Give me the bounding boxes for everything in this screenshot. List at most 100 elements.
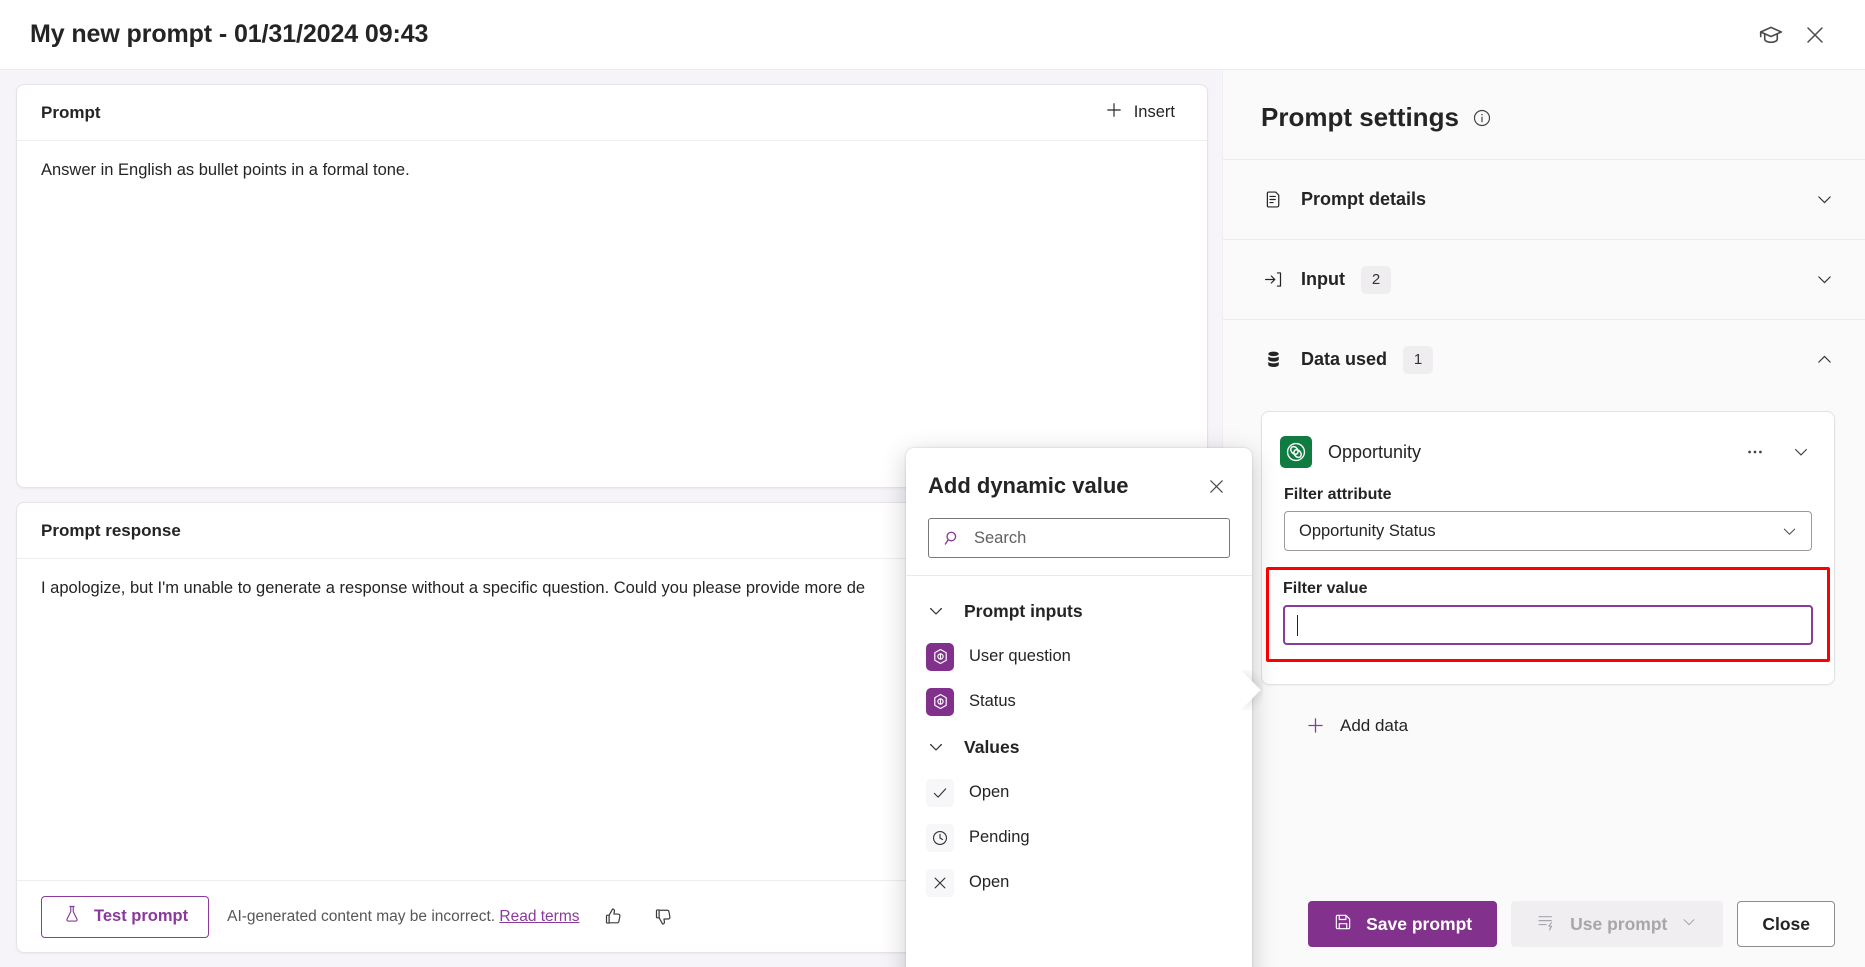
editor-body: Prompt Insert Answer in English as bulle… xyxy=(0,70,1865,967)
search-icon xyxy=(943,529,962,548)
list-item-label: User question xyxy=(969,647,1071,665)
info-icon[interactable] xyxy=(1472,108,1492,128)
list-item[interactable]: Open xyxy=(906,860,1252,905)
use-prompt-button: Use prompt xyxy=(1511,901,1724,947)
data-used-content: Opportunity Filter attribute Opportunity… xyxy=(1223,399,1865,744)
prompt-card-header: Prompt Insert xyxy=(17,85,1207,141)
filter-value-input[interactable] xyxy=(1283,605,1813,645)
dismiss-icon xyxy=(926,868,954,897)
list-item[interactable]: Pending xyxy=(906,815,1252,860)
popup-header: Add dynamic value xyxy=(906,448,1252,502)
settings-header: Prompt settings xyxy=(1223,70,1865,159)
close-icon[interactable] xyxy=(1793,13,1837,57)
search-input[interactable] xyxy=(974,528,1215,548)
prompt-text[interactable]: Answer in English as bullet points in a … xyxy=(17,141,1207,487)
window-title-bar: My new prompt - 01/31/2024 09:43 xyxy=(0,0,1865,70)
more-horizontal-icon[interactable] xyxy=(1740,437,1770,467)
use-prompt-label: Use prompt xyxy=(1570,913,1668,934)
checkmark-icon xyxy=(926,778,954,807)
data-source-card: Opportunity Filter attribute Opportunity… xyxy=(1261,411,1835,685)
ai-disclaimer-text: AI-generated content may be incorrect. xyxy=(227,907,496,925)
input-arrow-icon xyxy=(1261,269,1285,290)
data-used-count-badge: 1 xyxy=(1403,345,1434,374)
use-prompt-icon xyxy=(1536,911,1557,937)
list-item[interactable]: Status xyxy=(906,679,1252,724)
filter-value-label: Filter value xyxy=(1283,580,1368,597)
prompt-input-icon xyxy=(926,642,954,671)
clock-icon xyxy=(926,823,954,852)
section-label: Input xyxy=(1301,269,1345,289)
filter-attribute-label: Filter attribute xyxy=(1284,486,1392,503)
data-source-name: Opportunity xyxy=(1328,441,1422,462)
save-prompt-button[interactable]: Save prompt xyxy=(1308,901,1498,947)
section-label: Prompt details xyxy=(1301,189,1427,209)
test-prompt-label: Test prompt xyxy=(94,907,189,925)
search-box[interactable] xyxy=(928,518,1230,558)
dataverse-icon xyxy=(1280,436,1312,468)
plus-icon xyxy=(1104,100,1124,125)
filter-value-highlight-box: Filter value xyxy=(1266,567,1830,662)
list-item-label: Pending xyxy=(969,828,1030,846)
close-icon[interactable] xyxy=(1200,470,1232,502)
chevron-down-icon xyxy=(1814,269,1835,290)
add-data-label: Add data xyxy=(1340,715,1409,735)
data-source-collapse-chevron-down-icon[interactable] xyxy=(1786,437,1816,467)
settings-title: Prompt settings xyxy=(1261,102,1459,132)
save-icon xyxy=(1333,912,1353,937)
dynamic-value-list: Prompt inputs User question Status Value… xyxy=(906,576,1252,967)
insert-button-label: Insert xyxy=(1133,103,1175,121)
chevron-down-icon xyxy=(1780,522,1799,541)
chevron-up-icon xyxy=(1814,349,1835,370)
chevron-down-icon xyxy=(926,601,946,621)
popup-callout-arrow xyxy=(1241,670,1263,710)
group-label: Prompt inputs xyxy=(964,600,1083,621)
settings-scroll-area: Prompt settings Prompt details Input 2 D… xyxy=(1223,70,1865,881)
list-item[interactable]: Open xyxy=(906,770,1252,815)
filter-attribute-select[interactable]: Opportunity Status xyxy=(1284,511,1812,551)
ai-disclaimer: AI-generated content may be incorrect. R… xyxy=(227,908,579,926)
section-data-used[interactable]: Data used 1 xyxy=(1223,319,1865,399)
insert-button[interactable]: Insert xyxy=(1094,94,1185,131)
prompt-editor-window: My new prompt - 01/31/2024 09:43 Prompt xyxy=(0,0,1865,967)
list-item-label: Open xyxy=(969,783,1010,801)
chevron-down-icon xyxy=(1814,189,1835,210)
filter-attribute-value: Opportunity Status xyxy=(1299,521,1436,540)
document-icon xyxy=(1261,189,1285,210)
input-count-badge: 2 xyxy=(1360,265,1391,294)
settings-footer-actions: Save prompt Use prompt Close xyxy=(1223,881,1865,967)
chevron-down-icon xyxy=(1680,913,1698,936)
thumbs-down-icon[interactable] xyxy=(648,901,680,933)
database-icon xyxy=(1261,349,1285,370)
close-button-label: Close xyxy=(1762,913,1810,934)
section-label: Data used xyxy=(1301,349,1388,369)
prompt-input-icon xyxy=(926,687,954,716)
test-prompt-button[interactable]: Test prompt xyxy=(41,895,210,938)
prompt-settings-pane: Prompt settings Prompt details Input 2 D… xyxy=(1222,70,1865,967)
popup-title: Add dynamic value xyxy=(928,473,1129,498)
add-data-button[interactable]: Add data xyxy=(1295,707,1418,744)
group-values[interactable]: Values xyxy=(906,724,1252,770)
list-item-label: Status xyxy=(969,692,1016,710)
save-prompt-label: Save prompt xyxy=(1366,913,1473,934)
plus-icon xyxy=(1305,715,1326,736)
data-source-header: Opportunity xyxy=(1280,426,1816,478)
popup-search-area xyxy=(906,502,1252,576)
read-terms-link[interactable]: Read terms xyxy=(499,908,579,925)
prompt-card-title: Prompt xyxy=(41,102,101,122)
graduation-cap-icon[interactable] xyxy=(1749,13,1793,57)
flask-icon xyxy=(62,904,82,929)
text-caret xyxy=(1297,614,1298,636)
close-button[interactable]: Close xyxy=(1737,901,1835,947)
section-prompt-details[interactable]: Prompt details xyxy=(1223,159,1865,239)
add-dynamic-value-popup: Add dynamic value Search Prompt inputs U… xyxy=(906,448,1252,967)
group-label: Values xyxy=(964,736,1020,757)
list-item[interactable]: User question xyxy=(906,634,1252,679)
page-title: My new prompt - 01/31/2024 09:43 xyxy=(30,20,429,48)
filter-attribute-group: Filter attribute Opportunity Status xyxy=(1280,478,1816,551)
response-card-title: Prompt response xyxy=(41,520,181,540)
thumbs-up-icon[interactable] xyxy=(598,901,630,933)
section-input[interactable]: Input 2 xyxy=(1223,239,1865,319)
chevron-down-icon xyxy=(926,737,946,757)
group-prompt-inputs[interactable]: Prompt inputs xyxy=(906,588,1252,634)
prompt-card: Prompt Insert Answer in English as bulle… xyxy=(16,84,1208,488)
